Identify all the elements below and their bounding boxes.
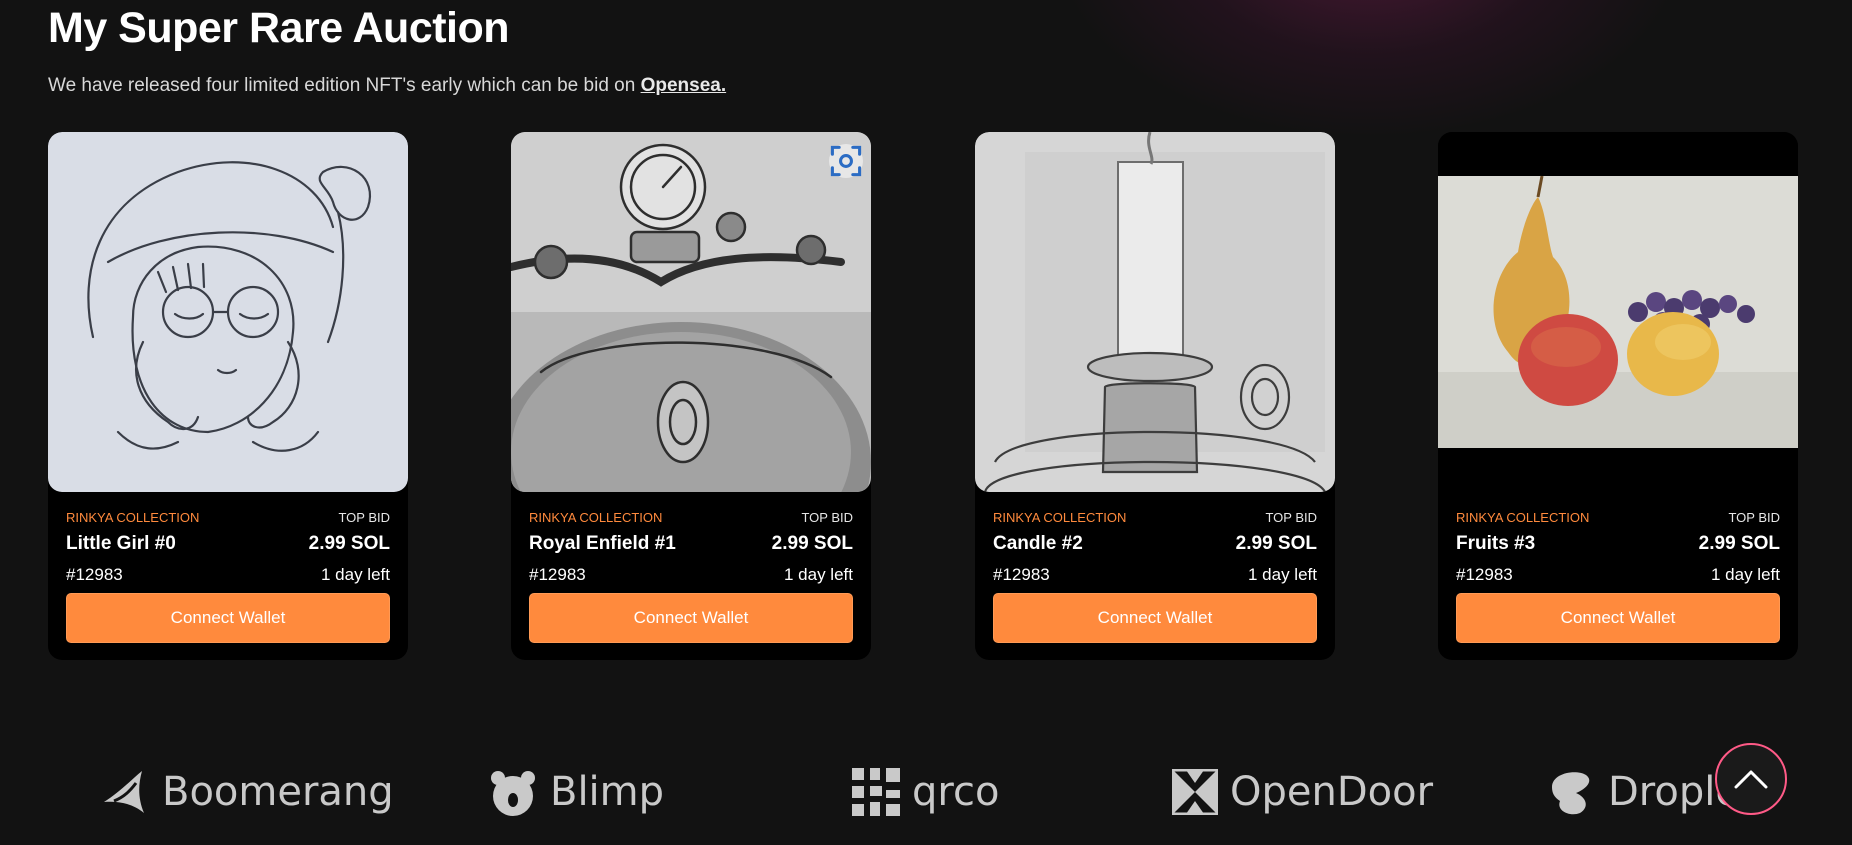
scroll-to-top-button[interactable]: [1715, 743, 1787, 815]
intro-text-body: We have released four limited edition NF…: [48, 75, 641, 96]
nft-image-royal-enfield[interactable]: [511, 132, 871, 492]
scan-icon-glyph: [830, 145, 862, 177]
scan-icon[interactable]: [829, 144, 863, 178]
card-info: RINKYA COLLECTION TOP BID Fruits #3 2.99…: [1456, 510, 1780, 585]
background-glow: [1050, 0, 1690, 140]
partner-name: Blimp: [550, 769, 665, 815]
top-bid-label: TOP BID: [1265, 510, 1317, 525]
token-id: #12983: [66, 565, 123, 584]
time-left: 1 day left: [321, 565, 390, 584]
partner-logo-qrco: qrco: [852, 760, 999, 824]
nft-name: Fruits #3: [1456, 533, 1536, 554]
partner-logo-blimp: Blimp: [488, 760, 664, 824]
collection-label: RINKYA COLLECTION: [66, 510, 200, 525]
nft-image-fruits[interactable]: [1438, 132, 1798, 492]
opensea-link[interactable]: Opensea.: [641, 75, 727, 96]
card-info: RINKYA COLLECTION TOP BID Candle #2 2.99…: [993, 510, 1317, 585]
chevron-up-icon: [1734, 770, 1768, 789]
connect-wallet-button[interactable]: Connect Wallet: [529, 593, 853, 643]
little-girl-sketch: [48, 132, 408, 492]
blimp-icon: [491, 771, 535, 816]
nft-card: RINKYA COLLECTION TOP BID Candle #2 2.99…: [975, 132, 1335, 660]
partner-name: qrco: [912, 769, 1000, 815]
opendoor-icon: [1172, 769, 1218, 815]
nft-card-grid: RINKYA COLLECTION TOP BID Little Girl #0…: [48, 132, 1798, 660]
intro-text: We have released four limited edition NF…: [48, 75, 726, 97]
nft-card: RINKYA COLLECTION TOP BID Fruits #3 2.99…: [1438, 132, 1798, 660]
connect-wallet-button[interactable]: Connect Wallet: [1456, 593, 1780, 643]
nft-price: 2.99 SOL: [1235, 533, 1317, 554]
token-id: #12983: [1456, 565, 1513, 584]
motorcycle-sketch: [511, 132, 871, 492]
connect-wallet-button[interactable]: Connect Wallet: [66, 593, 390, 643]
boomerang-icon: [104, 771, 144, 813]
time-left: 1 day left: [1711, 565, 1780, 584]
nft-price: 2.99 SOL: [308, 533, 390, 554]
connect-wallet-button[interactable]: Connect Wallet: [993, 593, 1317, 643]
fruits-painting: [1438, 132, 1798, 492]
page-title: My Super Rare Auction: [48, 4, 510, 52]
top-bid-label: TOP BID: [801, 510, 853, 525]
partner-name: OpenDoor: [1230, 769, 1434, 815]
card-info: RINKYA COLLECTION TOP BID Royal Enfield …: [529, 510, 853, 585]
partner-logo-boomerang: Boomerang: [100, 760, 394, 824]
nft-card: RINKYA COLLECTION TOP BID Little Girl #0…: [48, 132, 408, 660]
time-left: 1 day left: [1248, 565, 1317, 584]
candle-sketch: [975, 132, 1335, 492]
partner-logos: Boomerang Blimp qrco OpenDoor Droplet: [0, 760, 1852, 845]
collection-label: RINKYA COLLECTION: [1456, 510, 1590, 525]
nft-image-candle[interactable]: [975, 132, 1335, 492]
nft-name: Little Girl #0: [66, 533, 176, 554]
top-bid-label: TOP BID: [338, 510, 390, 525]
nft-name: Royal Enfield #1: [529, 533, 676, 554]
nft-price: 2.99 SOL: [771, 533, 853, 554]
partner-logo-opendoor: OpenDoor: [1172, 760, 1433, 824]
collection-label: RINKYA COLLECTION: [529, 510, 663, 525]
nft-name: Candle #2: [993, 533, 1083, 554]
nft-image-little-girl[interactable]: [48, 132, 408, 492]
time-left: 1 day left: [784, 565, 853, 584]
nft-card: RINKYA COLLECTION TOP BID Royal Enfield …: [511, 132, 871, 660]
nft-price: 2.99 SOL: [1698, 533, 1780, 554]
qrco-icon: [852, 768, 900, 816]
card-info: RINKYA COLLECTION TOP BID Little Girl #0…: [66, 510, 390, 585]
partner-name: Boomerang: [162, 769, 394, 815]
droplet-icon: [1552, 772, 1590, 815]
token-id: #12983: [529, 565, 586, 584]
collection-label: RINKYA COLLECTION: [993, 510, 1127, 525]
top-bid-label: TOP BID: [1728, 510, 1780, 525]
token-id: #12983: [993, 565, 1050, 584]
